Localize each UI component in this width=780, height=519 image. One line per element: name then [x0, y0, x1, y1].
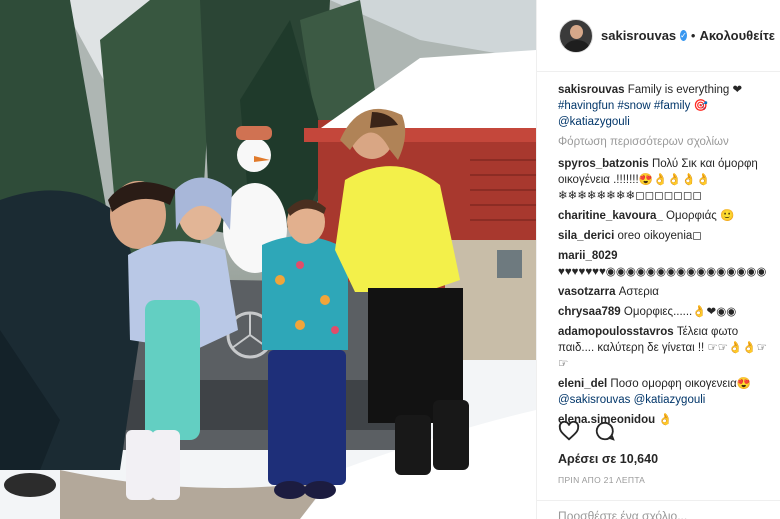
comment-item: spyros_batzonis Πολύ Σικ και όμορφη οικο… — [558, 156, 770, 204]
header-username[interactable]: sakisrouvas — [601, 28, 676, 43]
comment-username[interactable]: chrysaa789 — [558, 306, 621, 318]
comment-item: sila_derici oreo oikoyenia◻ — [558, 228, 770, 244]
caption: sakisrouvas Family is everything ❤ #havi… — [558, 82, 770, 130]
post-timestamp: ΠΡΙΝ ΑΠΟ 21 ΛΕΠΤΑ — [558, 475, 646, 485]
comment-text: Αστερια — [618, 286, 659, 298]
family-snow-photo — [0, 0, 536, 519]
comment-mentions[interactable]: @sakisrouvas @katiazygouli — [558, 394, 705, 406]
comment-text: Ομορφιες......👌❤◉◉ — [623, 306, 737, 318]
comment-username[interactable]: vasotzarra — [558, 286, 616, 298]
header-separator: • — [690, 28, 696, 43]
post-photo[interactable] — [0, 0, 536, 519]
comment-username[interactable]: sila_derici — [558, 230, 614, 242]
comments-list: sakisrouvas Family is everything ❤ #havi… — [537, 72, 780, 428]
comment-text: oreo oikoyenia◻ — [617, 230, 702, 242]
comment-item: adamopoulosstavros Τέλεια φωτο παιδ.... … — [558, 324, 770, 372]
comment-item: charitine_kavoura_ Ομορφιάς 🙂 — [558, 208, 770, 224]
heart-icon[interactable] — [558, 420, 580, 442]
comment-text: 👌 — [658, 414, 673, 426]
comment-item: vasotzarra Αστερια — [558, 284, 770, 300]
verified-badge-icon: ✓ — [680, 30, 687, 41]
caption-text: Family is everything ❤ — [627, 84, 743, 96]
comment-username[interactable]: eleni_del — [558, 378, 607, 390]
comment-username[interactable]: charitine_kavoura_ — [558, 210, 663, 222]
post-header: sakisrouvas ✓ • Ακολουθείτε — [537, 0, 780, 72]
comment-item: marii_8029 ♥♥♥♥♥♥♥◉◉◉◉◉◉◉◉◉◉◉◉◉◉◉◉ — [558, 248, 770, 280]
comment-item: chrysaa789 Ομορφιες......👌❤◉◉ — [558, 304, 770, 320]
caption-hashtags[interactable]: #havingfun #snow #family — [558, 100, 690, 112]
load-more-comments-button[interactable]: Φόρτωση περισσότερων σχολίων — [558, 134, 770, 150]
comment-text: Ποσο ομορφη οικογενεια😍 — [610, 378, 752, 390]
caption-mention[interactable]: @katiazygouli — [558, 116, 630, 128]
comment-username[interactable]: spyros_batzonis — [558, 158, 649, 170]
post-actions — [558, 420, 616, 442]
likes-count[interactable]: Αρέσει σε 10,640 — [558, 452, 658, 466]
comment-username[interactable]: adamopoulosstavros — [558, 326, 674, 338]
comment-username[interactable]: marii_8029 — [558, 250, 617, 262]
add-comment-input[interactable]: Προσθέστε ένα σχόλιο... — [537, 500, 780, 519]
comment-text: ♥♥♥♥♥♥♥◉◉◉◉◉◉◉◉◉◉◉◉◉◉◉◉ — [558, 266, 767, 278]
caption-emoji: 🎯 — [693, 100, 708, 112]
avatar[interactable] — [559, 18, 593, 53]
comment-text: Ομορφιάς 🙂 — [666, 210, 735, 222]
post-sidebar: sakisrouvas ✓ • Ακολουθείτε sakisrouvas … — [536, 0, 780, 519]
following-button[interactable]: Ακολουθείτε — [699, 28, 775, 43]
caption-username[interactable]: sakisrouvas — [558, 84, 625, 96]
comment-item: eleni_del Ποσο ομορφη οικογενεια😍 @sakis… — [558, 376, 770, 408]
comment-icon[interactable] — [594, 420, 616, 442]
